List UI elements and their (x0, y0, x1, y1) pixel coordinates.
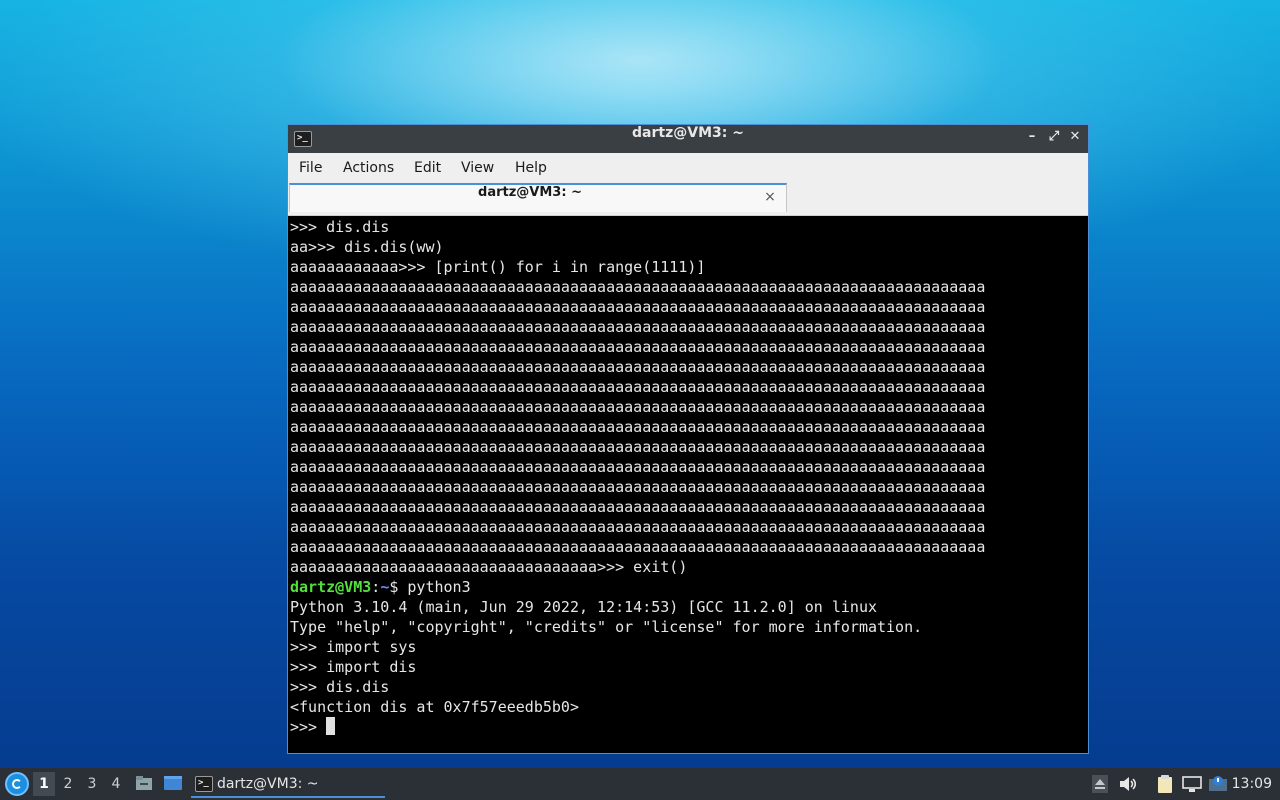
terminal-line: aaaaaaaaaaaaaaaaaaaaaaaaaaaaaaaaaaaaaaaa… (290, 318, 986, 336)
terminal-line: aaaaaaaaaaaa>>> [print() for i in range(… (290, 258, 706, 276)
terminal-line: Python 3.10.4 (main, Jun 29 2022, 12:14:… (290, 598, 877, 616)
workspace-4[interactable]: 4 (105, 772, 127, 796)
terminal-line: aaaaaaaaaaaaaaaaaaaaaaaaaaaaaaaaaaaaaaaa… (290, 518, 986, 536)
window-titlebar[interactable]: >_ dartz@VM3: ~ – ⤢ ✕ (288, 125, 1088, 153)
terminal-line: >>> dis.dis (290, 218, 390, 236)
prompt-command: python3 (407, 578, 471, 596)
app-menu-icon[interactable] (5, 772, 29, 796)
terminal-scrollbar[interactable] (1083, 217, 1087, 751)
window-title: dartz@VM3: ~ (632, 125, 744, 141)
python-prompt: >>> (290, 718, 327, 736)
tab-close-icon[interactable]: × (762, 189, 778, 207)
terminal-line: aaaaaaaaaaaaaaaaaaaaaaaaaaaaaaaaaaaaaaaa… (290, 358, 986, 376)
menu-actions[interactable]: Actions (343, 153, 394, 183)
clipboard-icon[interactable] (1156, 775, 1174, 793)
close-window-button[interactable]: ✕ (1065, 129, 1085, 149)
prompt-user-host: dartz@VM3 (290, 578, 372, 596)
terminal-line: aaaaaaaaaaaaaaaaaaaaaaaaaaaaaaaaaaaaaaaa… (290, 278, 986, 296)
show-desktop-icon[interactable] (164, 775, 182, 791)
terminal-line: >>> import sys (290, 638, 417, 656)
taskbar-terminal-label: dartz@VM3: ~ (217, 776, 319, 792)
menu-view[interactable]: View (461, 153, 494, 183)
menu-help[interactable]: Help (515, 153, 547, 183)
terminal-line: aaaaaaaaaaaaaaaaaaaaaaaaaaaaaaaaaaaaaaaa… (290, 378, 986, 396)
workspace-2[interactable]: 2 (57, 772, 79, 796)
minimize-button[interactable]: – (1022, 129, 1042, 149)
terminal-line: <function dis at 0x7f57eeedb5b0> (290, 698, 579, 716)
terminal-line: Type "help", "copyright", "credits" or "… (290, 618, 923, 636)
prompt-separator: : (371, 578, 381, 596)
workspace-1[interactable]: 1 (33, 772, 55, 796)
python-input-line[interactable]: >>> (290, 717, 1070, 737)
volume-icon[interactable] (1118, 775, 1138, 793)
taskbar: 1 2 3 4 >_ dartz@VM3: ~ 13:09 (0, 768, 1280, 800)
terminal-line: aaaaaaaaaaaaaaaaaaaaaaaaaaaaaaaaaaaaaaaa… (290, 418, 986, 436)
terminal-window[interactable]: >_ dartz@VM3: ~ – ⤢ ✕ File Actions Edit … (287, 124, 1089, 754)
prompt-dollar: $ (389, 578, 408, 596)
terminal-tab[interactable]: dartz@VM3: ~ × (289, 183, 787, 212)
terminal-line: aaaaaaaaaaaaaaaaaaaaaaaaaaaaaaaaaaaaaaaa… (290, 478, 986, 496)
terminal-line: >>> import dis (290, 658, 417, 676)
tab-bar: dartz@VM3: ~ × (288, 183, 1088, 216)
menu-bar: File Actions Edit View Help (288, 153, 1088, 183)
text-cursor (326, 717, 336, 735)
update-notifier-icon[interactable] (1208, 775, 1228, 793)
terminal-line: aaaaaaaaaaaaaaaaaaaaaaaaaaaaaaaaaaaaaaaa… (290, 398, 986, 416)
maximize-button[interactable]: ⤢ (1044, 129, 1064, 149)
terminal-line: aaaaaaaaaaaaaaaaaaaaaaaaaaaaaaaaaaaaaaaa… (290, 298, 986, 316)
clock[interactable]: 13:09 (1232, 768, 1272, 800)
terminal-line: aaaaaaaaaaaaaaaaaaaaaaaaaaaaaaaaaaaaaaaa… (290, 538, 986, 556)
tab-label: dartz@VM3: ~ (478, 185, 582, 200)
prompt-path: ~ (380, 578, 390, 596)
terminal-task-icon: >_ (195, 776, 213, 792)
terminal-line: aaaaaaaaaaaaaaaaaaaaaaaaaaaaaaaaaaaaaaaa… (290, 338, 986, 356)
terminal-line: aaaaaaaaaaaaaaaaaaaaaaaaaaaaaaaaaaaaaaaa… (290, 438, 986, 456)
shell-prompt-line: dartz@VM3:~$ python3 (290, 577, 1070, 597)
taskbar-terminal-item[interactable]: >_ dartz@VM3: ~ (191, 771, 385, 798)
file-manager-icon[interactable] (135, 775, 153, 791)
menu-edit[interactable]: Edit (414, 153, 441, 183)
terminal-line: aaaaaaaaaaaaaaaaaaaaaaaaaaaaaaaaaaaaaaaa… (290, 498, 986, 516)
terminal-line: aa>>> dis.dis(ww) (290, 238, 444, 256)
eject-icon[interactable] (1092, 775, 1108, 793)
menu-file[interactable]: File (299, 153, 322, 183)
terminal-line: aaaaaaaaaaaaaaaaaaaaaaaaaaaaaaaaaaaaaaaa… (290, 458, 986, 476)
terminal-line: >>> dis.dis (290, 678, 390, 696)
terminal-output[interactable]: >>> dis.dis aa>>> dis.dis(ww) aaaaaaaaaa… (290, 217, 1070, 751)
network-icon[interactable] (1182, 775, 1202, 793)
terminal-line: aaaaaaaaaaaaaaaaaaaaaaaaaaaaaaaaaa>>> ex… (290, 558, 688, 576)
workspace-3[interactable]: 3 (81, 772, 103, 796)
